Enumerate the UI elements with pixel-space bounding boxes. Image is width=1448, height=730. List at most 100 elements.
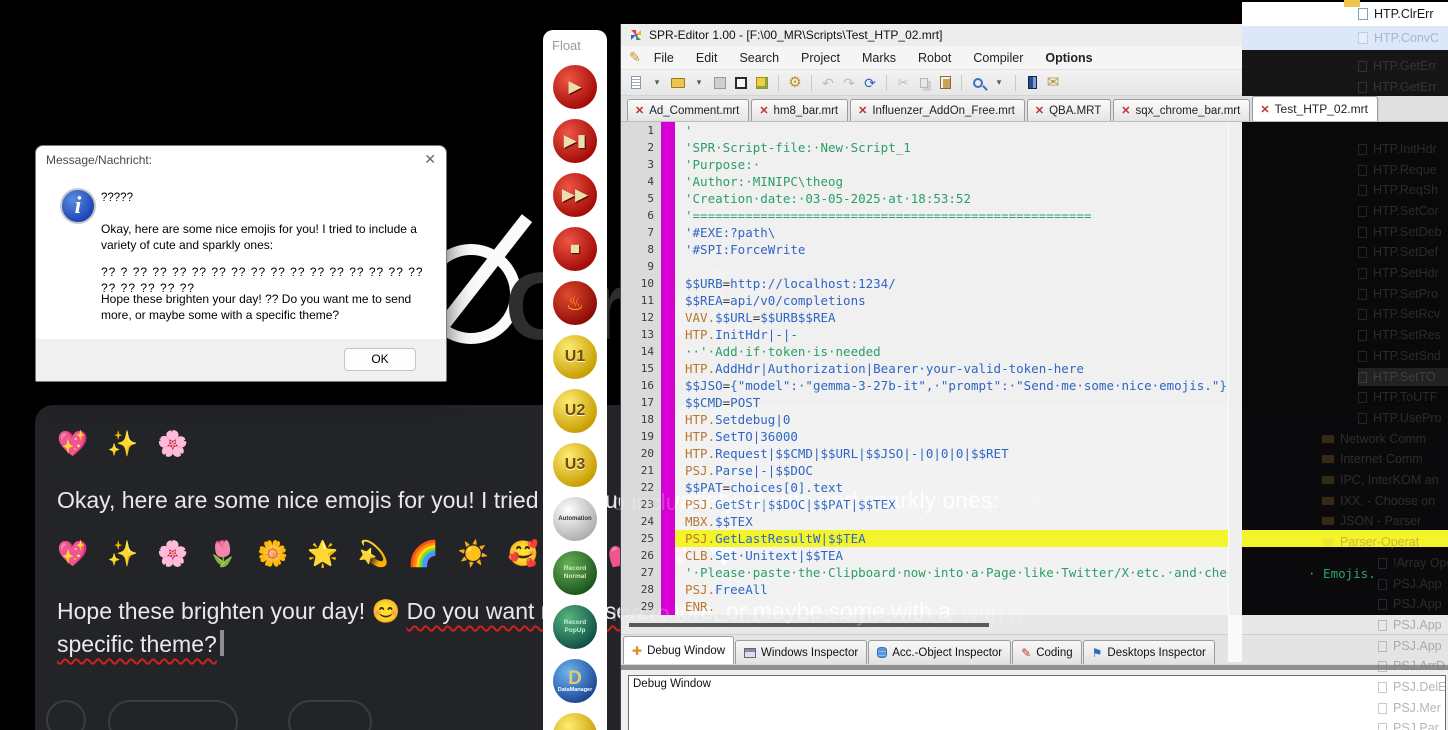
code-line-25[interactable]: 25PSJ.GetLastResultW|$$TEA <box>621 530 1229 547</box>
close-tab-icon[interactable]: ✕ <box>635 104 644 117</box>
menu-options[interactable]: Options <box>1034 48 1103 68</box>
code-line-24[interactable]: 24MBX.$$TEX <box>621 513 1229 530</box>
code-line-15[interactable]: 15HTP.AddHdr|Authorization|Bearer·your-v… <box>621 360 1229 377</box>
code-line-29[interactable]: 29ENR. <box>621 598 1229 615</box>
breakpoint-gutter[interactable] <box>661 598 675 615</box>
code-line-17[interactable]: 17$$CMD=POST <box>621 394 1229 411</box>
undo-icon[interactable]: ↶ <box>821 74 835 92</box>
code-line-22[interactable]: 22$$PAT=choices[0].text <box>621 479 1229 496</box>
horizontal-scrollbar[interactable] <box>621 615 1448 634</box>
code-text[interactable]: ' <box>675 122 1229 139</box>
menu-project[interactable]: Project <box>790 48 851 68</box>
code-line-10[interactable]: 10$$URB=http://localhost:1234/ <box>621 275 1229 292</box>
code-text[interactable]: ··'·Add·if·token·is·needed <box>675 343 1229 360</box>
refresh-icon[interactable]: ⟳ <box>863 74 877 92</box>
file-tab-ad_comment.mrt[interactable]: ✕Ad_Comment.mrt <box>627 99 749 121</box>
close-tab-icon[interactable]: ✕ <box>759 104 768 117</box>
breakpoint-gutter[interactable] <box>661 309 675 326</box>
code-line-12[interactable]: 12VAV.$$URL=$$URB$$REA <box>621 309 1229 326</box>
code-line-19[interactable]: 19HTP.SetTO|36000 <box>621 428 1229 445</box>
code-line-23[interactable]: 23PSJ.GetStr|$$DOC|$$PAT|$$TEX <box>621 496 1229 513</box>
code-line-21[interactable]: 21PSJ.Parse|-|$$DOC <box>621 462 1229 479</box>
menu-compiler[interactable]: Compiler <box>962 48 1034 68</box>
editor-vertical-scrollbar[interactable] <box>1228 122 1242 662</box>
breakpoint-gutter[interactable] <box>661 190 675 207</box>
automation-button[interactable]: Automation <box>553 497 597 541</box>
breakpoint-gutter[interactable] <box>661 411 675 428</box>
breakpoint-gutter[interactable] <box>661 207 675 224</box>
breakpoint-gutter[interactable] <box>661 360 675 377</box>
code-text[interactable]: '=======================================… <box>675 207 1229 224</box>
close-tab-icon[interactable]: ✕ <box>1260 103 1269 116</box>
code-line-11[interactable]: 11$$REA=api/v0/completions <box>621 292 1229 309</box>
function-list-item-convc[interactable]: HTP.ConvC <box>1242 26 1448 50</box>
u2-button[interactable]: U2 <box>553 389 597 433</box>
code-text[interactable]: HTP.InitHdr|-|- <box>675 326 1229 343</box>
fast-forward-button[interactable]: ▶▶ <box>553 173 597 217</box>
breakpoint-gutter[interactable] <box>661 462 675 479</box>
breakpoint-gutter[interactable] <box>661 224 675 241</box>
code-text[interactable]: 'Creation·date:·03-05-2025·at·18:53:52 <box>675 190 1229 207</box>
menu-search[interactable]: Search <box>728 48 790 68</box>
code-text[interactable]: '#SPI:ForceWrite <box>675 241 1229 258</box>
code-text[interactable]: 'SPR·Script-file:·New·Script_1 <box>675 139 1229 156</box>
menu-marks[interactable]: Marks <box>851 48 907 68</box>
code-text[interactable]: VAV.$$URL=$$URB$$REA <box>675 309 1229 326</box>
stop-button[interactable]: ■ <box>553 227 597 271</box>
close-tab-icon[interactable]: ✕ <box>1035 104 1044 117</box>
code-line-20[interactable]: 20HTP.Request|$$CMD|$$URL|$$JSO|-|0|0|0|… <box>621 445 1229 462</box>
mail-icon[interactable]: ✉ <box>1046 74 1060 92</box>
file-tab-influenzer_addon_free.mrt[interactable]: ✕Influenzer_AddOn_Free.mrt <box>850 99 1025 121</box>
tab-coding[interactable]: ✎Coding <box>1012 640 1082 664</box>
breakpoint-gutter[interactable] <box>661 377 675 394</box>
code-text[interactable]: '#EXE:?path\ <box>675 224 1229 241</box>
tab-debug-window[interactable]: ✚Debug Window <box>623 636 734 664</box>
menu-edit[interactable]: Edit <box>685 48 729 68</box>
code-text[interactable]: MBX.$$TEX <box>675 513 1229 530</box>
code-text[interactable]: HTP.SetTO|36000 <box>675 428 1229 445</box>
breakpoint-gutter[interactable] <box>661 496 675 513</box>
code-text[interactable]: PSJ.GetLastResultW|$$TEA <box>675 530 1229 547</box>
breakpoint-gutter[interactable] <box>661 258 675 275</box>
code-text[interactable]: $$CMD=POST <box>675 394 1229 411</box>
code-line-16[interactable]: 16$$JSO={"model":·"gemma-3-27b-it",·"pro… <box>621 377 1229 394</box>
chat-action-pill-button-1[interactable] <box>108 700 238 730</box>
play-to-end-button[interactable]: ▶▮ <box>553 119 597 163</box>
search-icon[interactable] <box>971 74 985 92</box>
record-normal-button[interactable]: RecordNormal <box>553 551 597 595</box>
scrollbar-thumb[interactable] <box>629 623 989 627</box>
tab-windows-inspector[interactable]: Windows Inspector <box>735 640 867 664</box>
u1-button[interactable]: U1 <box>553 335 597 379</box>
code-text[interactable]: 'Author:·MINIPC\theog <box>675 173 1229 190</box>
breakpoint-gutter[interactable] <box>661 530 675 547</box>
code-line-6[interactable]: 6'======================================… <box>621 207 1229 224</box>
breakpoint-gutter[interactable] <box>661 292 675 309</box>
file-tab-test_htp_02.mrt[interactable]: ✕Test_HTP_02.mrt <box>1252 96 1378 121</box>
tab-acc-object-inspector[interactable]: Acc.-Object Inspector <box>868 640 1011 664</box>
code-text[interactable]: PSJ.Parse|-|$$DOC <box>675 462 1229 479</box>
breakpoint-gutter[interactable] <box>661 445 675 462</box>
breakpoint-gutter[interactable] <box>661 547 675 564</box>
code-text[interactable] <box>675 258 1229 275</box>
debug-output-box[interactable]: Debug Window <box>628 675 1446 730</box>
new-file-dropdown-icon[interactable]: ▾ <box>650 74 664 92</box>
file-tab-qba.mrt[interactable]: ✕QBA.MRT <box>1027 99 1111 121</box>
breakpoint-gutter[interactable] <box>661 173 675 190</box>
exit-icon[interactable] <box>1025 74 1039 92</box>
code-line-7[interactable]: 7'#EXE:?path\ <box>621 224 1229 241</box>
tab-desktops-inspector[interactable]: ⚑Desktops Inspector <box>1083 640 1215 664</box>
code-text[interactable]: HTP.Request|$$CMD|$$URL|$$JSO|-|0|0|0|$$… <box>675 445 1229 462</box>
menu-file[interactable]: File <box>643 48 685 68</box>
code-editor-area[interactable]: 1'2'SPR·Script-file:·New·Script_13'Purpo… <box>621 122 1229 615</box>
cut-icon[interactable]: ✂ <box>896 74 910 92</box>
code-line-2[interactable]: 2'SPR·Script-file:·New·Script_1 <box>621 139 1229 156</box>
code-line-8[interactable]: 8'#SPI:ForceWrite <box>621 241 1229 258</box>
code-line-28[interactable]: 28PSJ.FreeAll <box>621 581 1229 598</box>
code-line-27[interactable]: 27'·Please·paste·the·Clipboard·now·into·… <box>621 564 1229 581</box>
record-popup-button[interactable]: RecordPopUp <box>553 605 597 649</box>
breakpoint-gutter[interactable] <box>661 581 675 598</box>
breakpoint-gutter[interactable] <box>661 139 675 156</box>
save-as-icon[interactable] <box>734 74 748 92</box>
partial-button[interactable] <box>553 713 597 730</box>
open-file-dropdown-icon[interactable]: ▾ <box>692 74 706 92</box>
